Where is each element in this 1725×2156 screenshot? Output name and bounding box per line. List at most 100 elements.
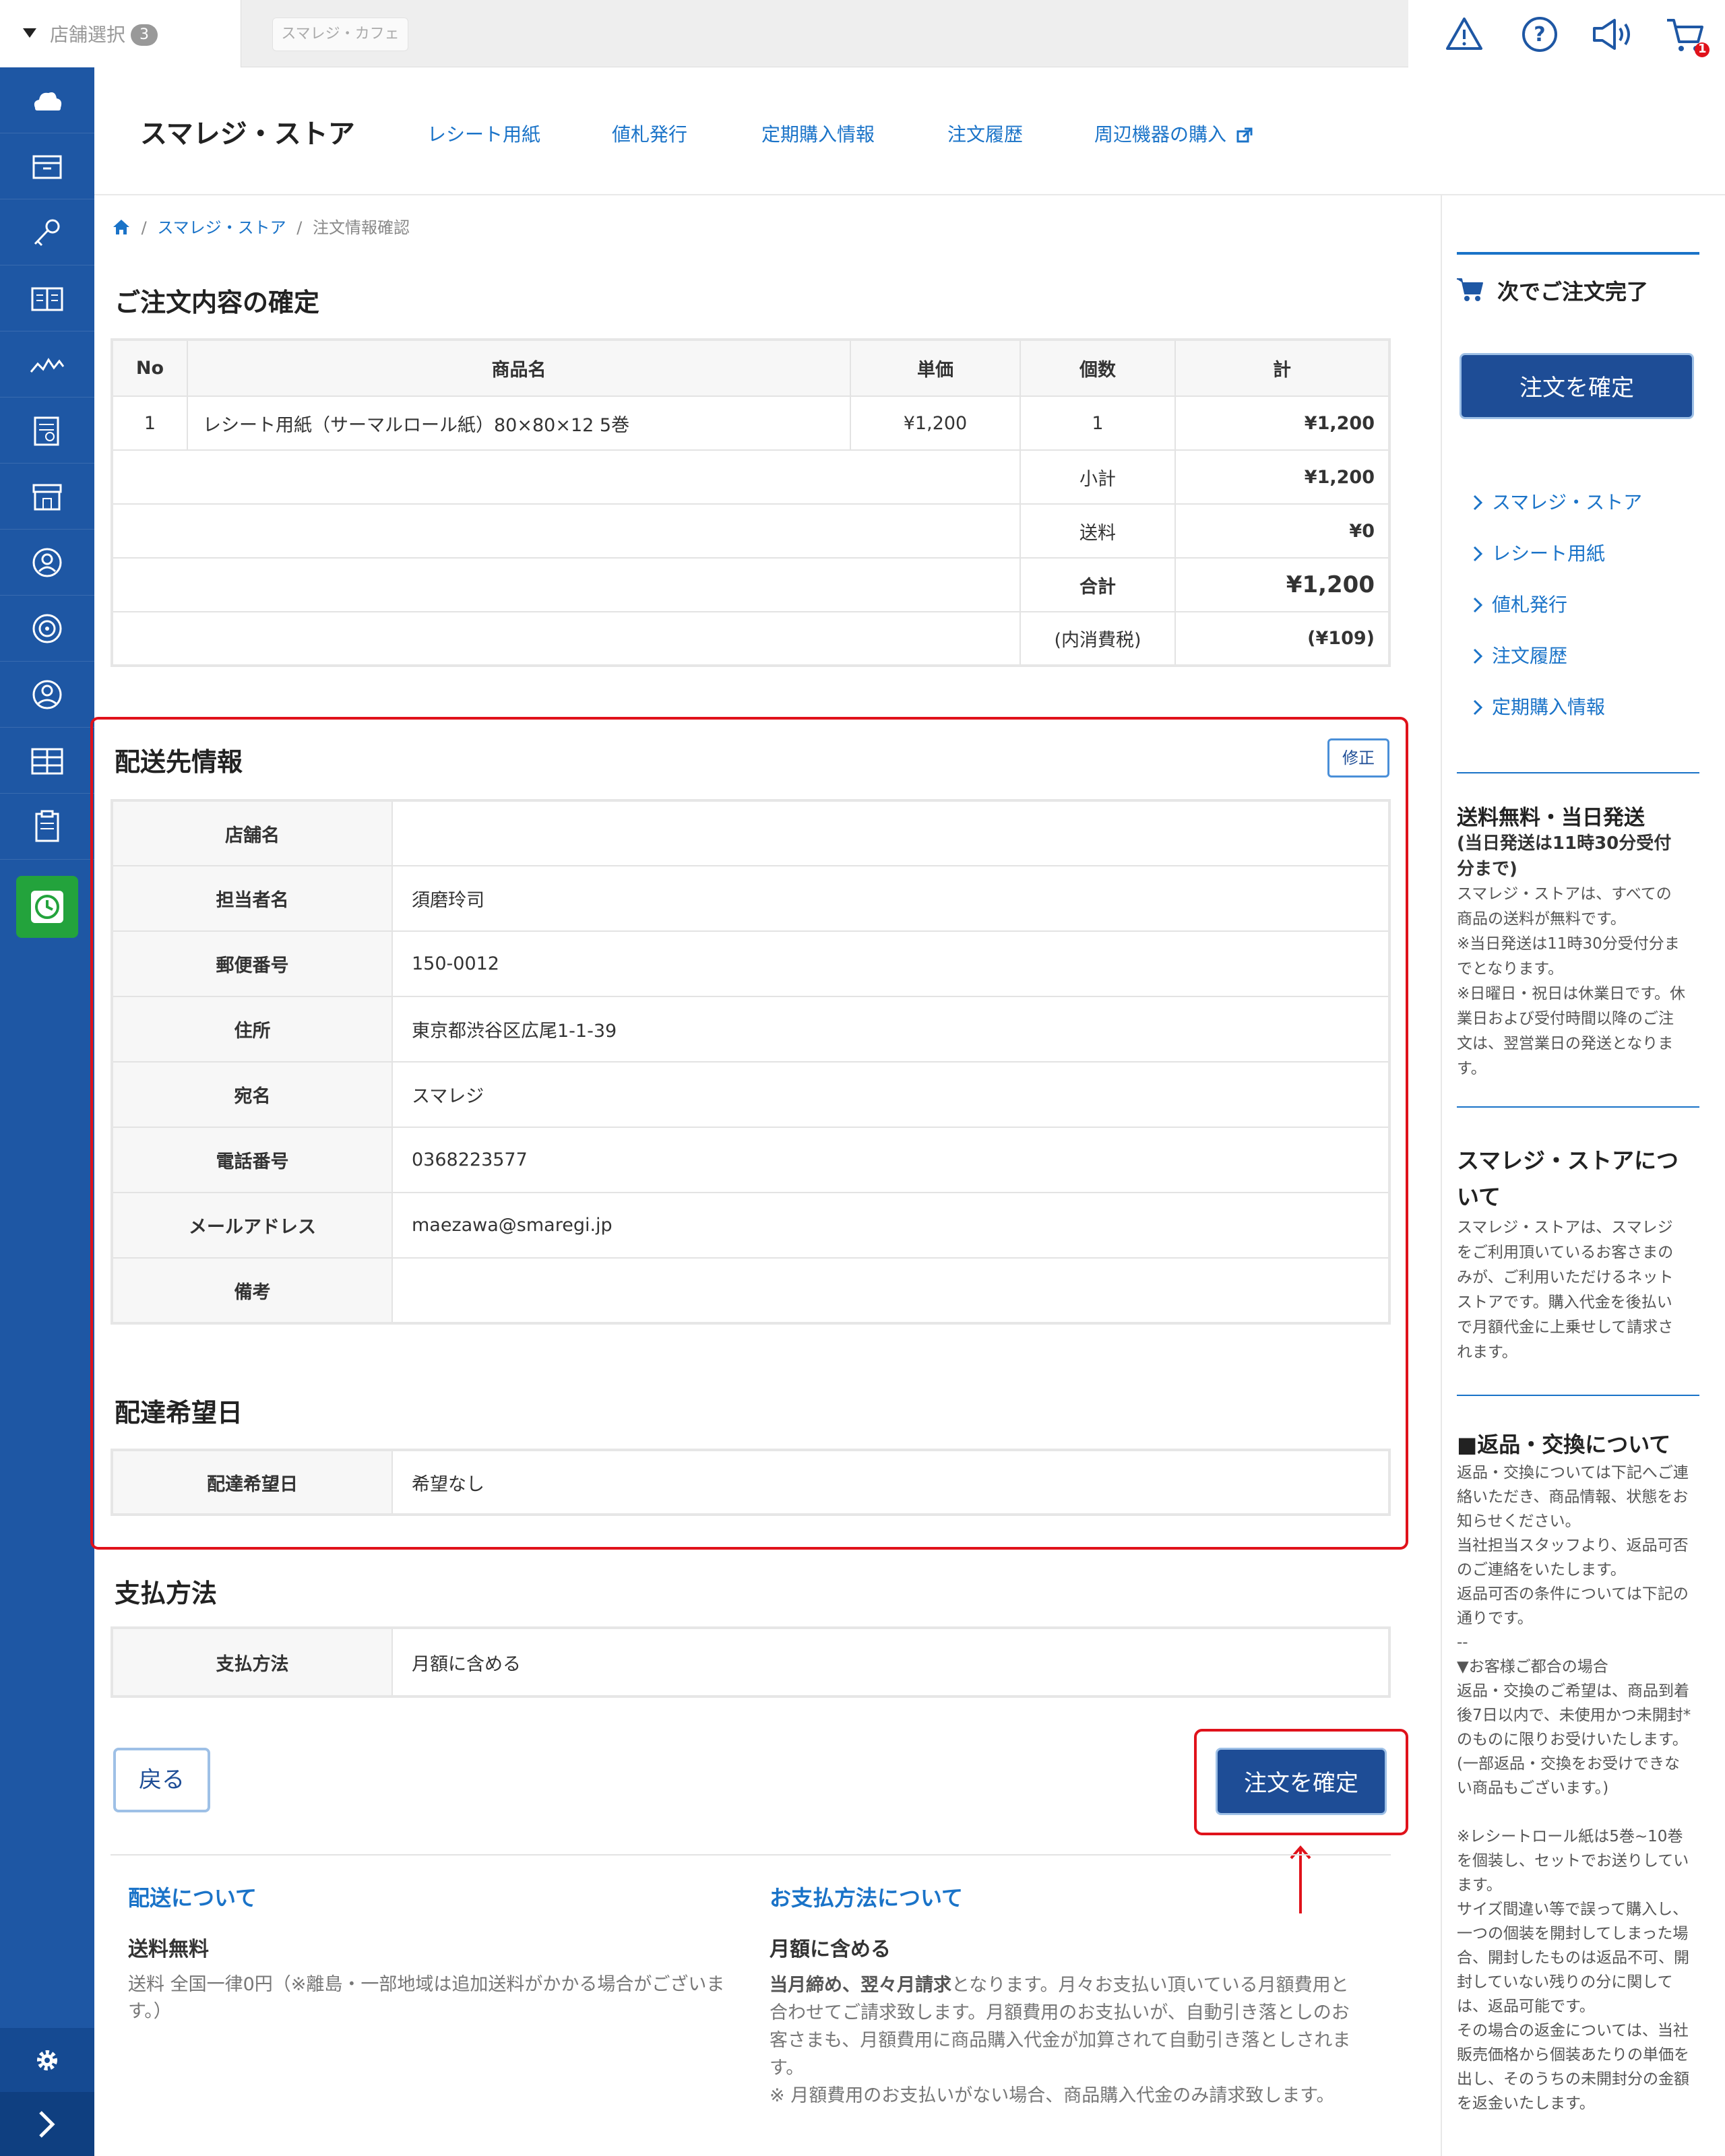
sidebar-link-label: 値札発行 [1492, 594, 1568, 616]
return-info: ■返品・交換について 返品・交換については下記へご連絡いただき、商品情報、状態を… [1457, 1428, 1693, 2116]
cell-price: ¥1,200 [850, 395, 1021, 451]
table-row: 郵便番号 150-0012 [111, 930, 1390, 997]
cell-product-name: レシート用紙（サーマルロール紙）80×80×12 5巻 [187, 395, 851, 451]
payment-about-title: お支払方法について [770, 1885, 964, 1911]
sidebar-item-chart[interactable] [0, 331, 94, 398]
about-store-title: スマレジ・ストアについて [1457, 1147, 1679, 1210]
sidebar-link[interactable]: スマレジ・ストア [1472, 488, 1642, 515]
shipping-field-label: メールアドレス [111, 1192, 393, 1259]
col-no: No [111, 339, 188, 397]
return-text: 返品・交換については下記へご連絡いただき、商品情報、状態をお知らせください。 当… [1457, 1464, 1691, 2112]
empty-cell [111, 611, 1021, 666]
shipping-label: 送料 [1020, 503, 1176, 559]
nav-peripherals[interactable]: 周辺機器の購入 [1094, 120, 1253, 147]
sidebar-item-archive[interactable] [0, 133, 94, 199]
sidebar-item-clipboard[interactable] [0, 794, 94, 860]
divider [111, 1854, 1391, 1856]
shipping-field-value [391, 800, 1390, 866]
breadcrumb-store[interactable]: スマレジ・ストア [157, 218, 286, 237]
breadcrumb-current: 注文情報確認 [313, 218, 410, 237]
delivery-about-title: 配送について [128, 1885, 257, 1911]
edit-button[interactable]: 修正 [1327, 738, 1389, 778]
shipping-field-value [391, 1257, 1390, 1324]
nav-receipt-paper[interactable]: レシート用紙 [427, 120, 540, 147]
sidebar-confirm-button[interactable]: 注文を確定 [1460, 353, 1694, 419]
brand-title: スマレジ・ストア [140, 119, 355, 150]
shipping-value: ¥0 [1174, 503, 1390, 559]
person-icon [32, 548, 62, 577]
current-store-chip[interactable]: スマレジ・カフェ [272, 18, 408, 51]
free-shipping-sub: (当日発送は11時30分受付分まで) [1457, 833, 1672, 879]
home-icon[interactable] [112, 218, 131, 236]
caret-down-icon [23, 28, 36, 38]
cell-qty: 1 [1020, 395, 1176, 451]
chart-icon [30, 358, 65, 373]
table-row: メールアドレス maezawa@smaregi.jp [111, 1192, 1390, 1259]
shipping-field-value: 0368223577 [391, 1127, 1390, 1193]
shipping-field-label: 宛名 [111, 1061, 393, 1128]
sidebar-item-report[interactable] [0, 398, 94, 464]
delivery-about-sub: 送料無料 [128, 1938, 209, 1961]
breadcrumb: / スマレジ・ストア / 注文情報確認 [112, 214, 410, 238]
col-name: 商品名 [187, 339, 851, 397]
table-row: 電話番号 0368223577 [111, 1127, 1390, 1193]
sidebar-link-label: 定期購入情報 [1492, 696, 1606, 718]
cell-no: 1 [111, 395, 188, 451]
shipping-field-label: 備考 [111, 1257, 393, 1324]
nav-price-tag[interactable]: 値札発行 [612, 120, 687, 147]
sidebar-item-clock[interactable] [16, 876, 78, 938]
shipping-field-label: 電話番号 [111, 1127, 393, 1193]
help-icon[interactable]: ? [1520, 15, 1559, 54]
shipping-field-value: 150-0012 [391, 930, 1390, 997]
shipping-field-label: 住所 [111, 996, 393, 1063]
sidebar-item-book[interactable] [0, 265, 94, 331]
sidebar-link-label: 注文履歴 [1492, 645, 1568, 667]
nav-subscription[interactable]: 定期購入情報 [761, 120, 875, 147]
divider [1457, 1395, 1699, 1396]
shipping-info-title: 配送先情報 [115, 747, 243, 777]
settings-button[interactable] [0, 2028, 94, 2092]
external-link-icon [1236, 127, 1253, 143]
sidebar-item-store[interactable] [0, 464, 94, 530]
sidebar-link[interactable]: 注文履歴 [1472, 641, 1567, 668]
sidebar-item-key[interactable] [0, 199, 94, 265]
top-bar-store-area [241, 0, 1408, 67]
payment-table: 支払方法 月額に含める [111, 1626, 1391, 1698]
table-row: 宛名 スマレジ [111, 1061, 1390, 1128]
sidebar-item-cloud[interactable] [0, 67, 94, 133]
delivery-date-title: 配達希望日 [115, 1398, 243, 1428]
delivery-about-text: 送料 全国一律0円（※離島・一部地域は追加送料がかかる場合がございます。） [128, 1974, 725, 2022]
cart-icon[interactable]: 1 [1664, 15, 1710, 57]
sidebar-item-person[interactable] [0, 530, 94, 596]
sidebar-item-user[interactable] [0, 662, 94, 728]
expand-sidebar-button[interactable] [0, 2092, 94, 2156]
warning-icon[interactable] [1445, 15, 1484, 54]
shipping-field-value: maezawa@smaregi.jp [391, 1192, 1390, 1259]
order-title: ご注文内容の確定 [115, 288, 320, 317]
shipping-field-value: 須磨玲司 [391, 865, 1390, 932]
shipping-field-label: 担当者名 [111, 865, 393, 932]
sidebar-item-target[interactable] [0, 596, 94, 662]
empty-cell [111, 503, 1021, 559]
shipping-info-table: 店舗名 担当者名 須磨玲司 郵便番号 150-0012 住所 東京都渋谷区広尾1-1-39 宛… [111, 799, 1391, 1325]
chevron-right-icon [39, 2111, 55, 2138]
chevron-right-icon [1473, 699, 1483, 716]
sidebar-link[interactable]: レシート用紙 [1472, 539, 1605, 566]
subtotal-label: 小計 [1020, 449, 1176, 505]
confirm-order-button[interactable]: 注文を確定 [1216, 1748, 1387, 1815]
back-button[interactable]: 戻る [113, 1748, 210, 1812]
store-selector[interactable]: 店舗選択 3 [0, 0, 241, 67]
megaphone-icon[interactable] [1590, 15, 1630, 54]
sidebar-link[interactable]: 定期購入情報 [1472, 693, 1605, 720]
breadcrumb-separator: / [296, 218, 303, 237]
payment-about-bold: 当月締め、翌々月請求 [770, 1975, 951, 1996]
shipping-field-value: 東京都渋谷区広尾1-1-39 [391, 996, 1390, 1063]
nav-order-history[interactable]: 注文履歴 [947, 120, 1023, 147]
next-step-title: 次でご注文完了 [1497, 279, 1649, 305]
col-price: 単価 [850, 339, 1021, 397]
cloud-icon [34, 92, 62, 110]
sidebar-item-grid[interactable] [0, 728, 94, 794]
sidebar-link[interactable]: 値札発行 [1472, 590, 1567, 617]
table-row: 店舗名 [111, 800, 1390, 866]
chevron-right-icon [1473, 597, 1483, 613]
